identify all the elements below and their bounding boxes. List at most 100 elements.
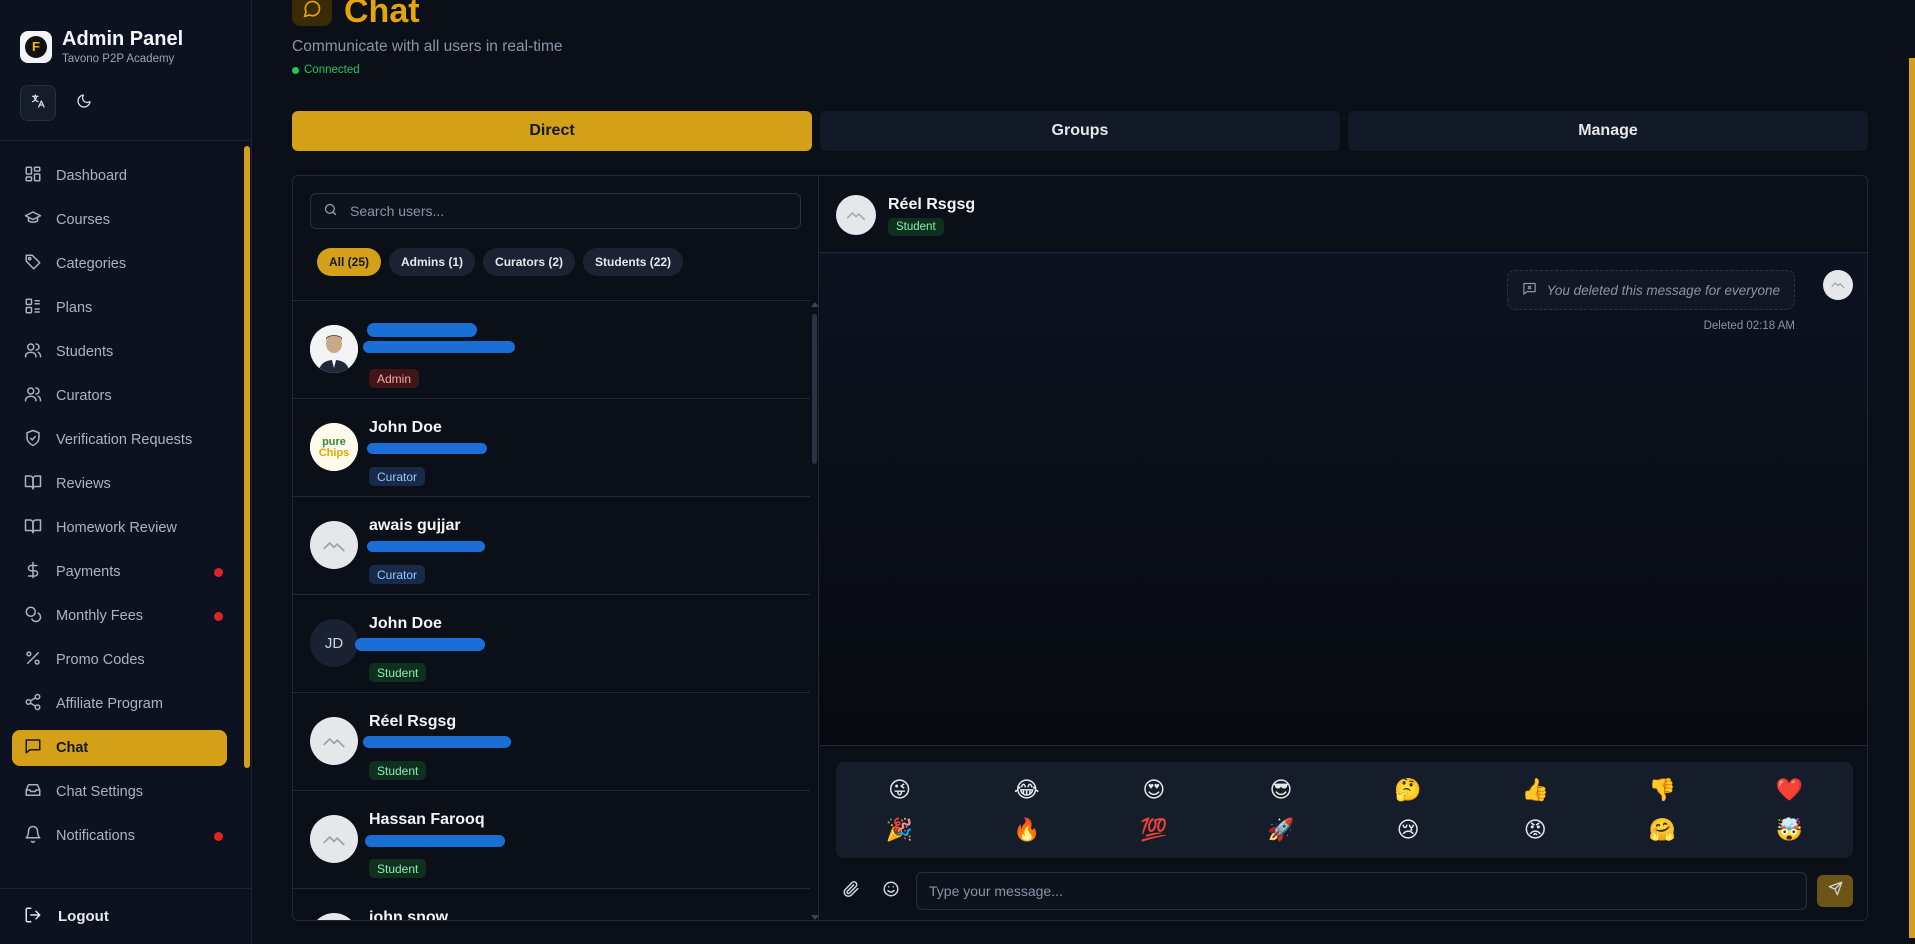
avatar: pure Chips	[310, 423, 358, 471]
list-item[interactable]: Réel Rsgsg Student	[293, 693, 810, 791]
filter-students[interactable]: Students (22)	[583, 248, 684, 276]
scroll-up-arrow[interactable]	[811, 302, 819, 307]
user-name: John Doe	[369, 615, 442, 632]
emoji-button[interactable]: 🤗	[1599, 810, 1726, 850]
redacted-email	[363, 736, 511, 748]
brand[interactable]: F Admin Panel Tavono P2P Academy	[20, 28, 183, 65]
sidebar-item-verification-requests[interactable]: Verification Requests	[12, 422, 227, 458]
filter-curators[interactable]: Curators (2)	[483, 248, 576, 276]
language-toggle-button[interactable]	[20, 85, 56, 121]
message-text: You deleted this message for everyone	[1546, 282, 1780, 298]
notification-dot	[214, 568, 223, 577]
emoji-toggle-button[interactable]	[876, 876, 906, 906]
sidebar-item-label: Chat Settings	[56, 784, 144, 800]
sidebar-item-notifications[interactable]: Notifications	[12, 818, 227, 854]
search-input[interactable]: Search users...	[310, 193, 801, 229]
emoji-button[interactable]: 😢	[1345, 810, 1472, 850]
filter-admins[interactable]: Admins (1)	[389, 248, 476, 276]
sidebar-item-plans[interactable]: Plans	[12, 290, 227, 326]
message-input[interactable]: Type your message...	[916, 872, 1807, 910]
book-open-icon	[24, 473, 42, 495]
search-placeholder: Search users...	[350, 203, 445, 219]
emoji-button[interactable]: 🤔	[1345, 770, 1472, 810]
sidebar-item-dashboard[interactable]: Dashboard	[12, 158, 227, 194]
emoji-button[interactable]: 💯	[1090, 810, 1217, 850]
sidebar-item-homework-review[interactable]: Homework Review	[12, 510, 227, 546]
sidebar-item-monthly-fees[interactable]: Monthly Fees	[12, 598, 227, 634]
sidebar-item-chat-settings[interactable]: Chat Settings	[12, 774, 227, 810]
list-item[interactable]: pure Chips John Doe Curator	[293, 399, 810, 497]
list-icon	[24, 297, 42, 319]
tab-manage[interactable]: Manage	[1348, 111, 1868, 151]
shield-check-icon	[24, 429, 42, 451]
message-area: You deleted this message for everyone De…	[820, 253, 1867, 745]
sidebar-item-label: Homework Review	[56, 520, 177, 536]
filter-all[interactable]: All (25)	[317, 248, 382, 276]
sidebar-item-reviews[interactable]: Reviews	[12, 466, 227, 502]
sidebar-item-promo-codes[interactable]: Promo Codes	[12, 642, 227, 678]
page-scroll-thumb[interactable]	[1909, 58, 1915, 938]
page-subtitle: Communicate with all users in real-time	[292, 38, 563, 55]
tab-groups[interactable]: Groups	[820, 111, 1340, 151]
sidebar-item-affiliate-program[interactable]: Affiliate Program	[12, 686, 227, 722]
translate-icon	[30, 93, 46, 114]
user-list-scrollbar[interactable]	[810, 300, 819, 920]
moon-icon	[76, 93, 92, 114]
message-deleted-icon	[1522, 281, 1537, 299]
conversation-user-name: Réel Rsgsg	[888, 196, 976, 213]
emoji-button[interactable]: 👎	[1599, 770, 1726, 810]
avatar: JD	[310, 619, 358, 667]
emoji-button[interactable]: 😂	[963, 770, 1090, 810]
sidebar-item-students[interactable]: Students	[12, 334, 227, 370]
sidebar-item-payments[interactable]: Payments	[12, 554, 227, 590]
sidebar-item-label: Monthly Fees	[56, 608, 144, 624]
emoji-button[interactable]: 🎉	[836, 810, 963, 850]
role-filters: All (25) Admins (1) Curators (2) Student…	[317, 248, 684, 276]
avatar	[310, 913, 358, 920]
attach-button[interactable]	[836, 876, 866, 906]
dashboard-icon	[24, 165, 42, 187]
page-scrollbar[interactable]	[1909, 0, 1915, 944]
send-icon	[1828, 881, 1843, 901]
sidebar-scrollbar[interactable]	[244, 146, 250, 768]
logout-button[interactable]: Logout	[0, 888, 251, 944]
deleted-message-bubble: You deleted this message for everyone	[1506, 270, 1795, 310]
emoji-button[interactable]: 😍	[1090, 770, 1217, 810]
bell-icon	[24, 825, 42, 847]
avatar	[310, 325, 358, 373]
brand-subtitle: Tavono P2P Academy	[62, 53, 175, 65]
sidebar-item-chat[interactable]: Chat	[12, 730, 227, 766]
sidebar-item-curators[interactable]: Curators	[12, 378, 227, 414]
avatar	[310, 815, 358, 863]
tab-direct[interactable]: Direct	[292, 111, 812, 151]
user-name: awais gujjar	[369, 517, 461, 534]
emoji-button[interactable]: 🚀	[1217, 810, 1344, 850]
theme-toggle-button[interactable]	[66, 85, 102, 121]
sidebar-item-label: Curators	[56, 388, 112, 404]
emoji-button[interactable]: ❤️	[1726, 770, 1853, 810]
emoji-button[interactable]: 🔥	[963, 810, 1090, 850]
emoji-button[interactable]: 🤯	[1726, 810, 1853, 850]
emoji-button[interactable]: 😎	[1217, 770, 1344, 810]
list-item[interactable]: john snow	[293, 889, 810, 920]
role-badge: Student	[369, 761, 427, 780]
list-item[interactable]: JD John Doe Student	[293, 595, 810, 693]
sidebar: F Admin Panel Tavono P2P Academy Dashboa…	[0, 0, 252, 944]
conversation-header: Réel Rsgsg Student	[820, 176, 1867, 253]
list-item[interactable]: awais gujjar Curator	[293, 497, 810, 595]
emoji-button[interactable]: 👍	[1472, 770, 1599, 810]
search-icon	[323, 202, 338, 220]
status-dot	[292, 66, 299, 74]
scroll-thumb[interactable]	[812, 314, 817, 464]
send-button[interactable]	[1817, 875, 1853, 907]
list-item[interactable]: Admin	[293, 301, 810, 399]
emoji-button[interactable]: 😜	[836, 770, 963, 810]
scroll-down-arrow[interactable]	[811, 915, 819, 920]
image-placeholder-icon	[1830, 275, 1846, 296]
sidebar-item-courses[interactable]: Courses	[12, 202, 227, 238]
emoji-button[interactable]: 😡	[1472, 810, 1599, 850]
list-item[interactable]: Hassan Farooq Student	[293, 791, 810, 889]
sidebar-item-categories[interactable]: Categories	[12, 246, 227, 282]
paperclip-icon	[842, 880, 860, 903]
message-timestamp: Deleted 02:18 AM	[1703, 320, 1795, 332]
